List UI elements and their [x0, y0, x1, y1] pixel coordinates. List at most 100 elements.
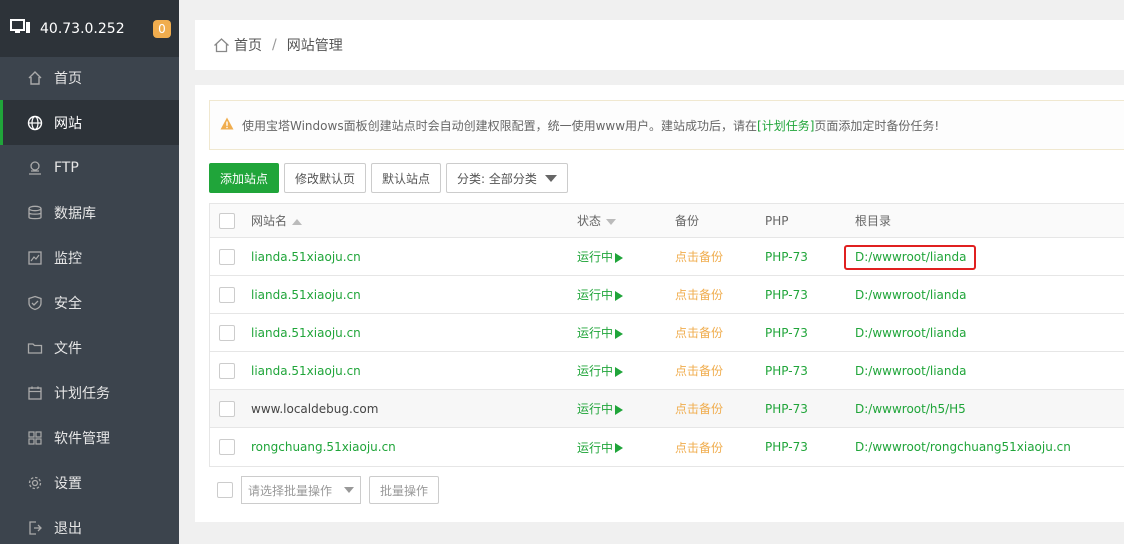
- sidebar-item-monitor[interactable]: 监控: [0, 235, 179, 280]
- add-site-button[interactable]: 添加站点: [209, 163, 280, 193]
- sort-asc-icon: [292, 218, 303, 225]
- batch-select-checkbox[interactable]: [217, 482, 233, 498]
- caret-down-icon: [344, 487, 354, 493]
- table-row: lianda.51xiaoju.cn 运行中 点击备份 PHP-73 D:/ww…: [210, 276, 1124, 314]
- select-all-checkbox[interactable]: [219, 212, 235, 229]
- backup-link[interactable]: 点击备份: [675, 439, 765, 456]
- sidebar: 40.73.0.252 0 首页 网站 FTP 数据库 监控 安全 文件 计划任…: [0, 0, 179, 544]
- ftp-icon: [26, 159, 44, 177]
- home-icon[interactable]: [213, 37, 230, 53]
- row-checkbox[interactable]: [219, 400, 235, 417]
- php-version-link[interactable]: PHP-73: [765, 288, 855, 302]
- site-name-link[interactable]: lianda.51xiaoju.cn: [251, 288, 577, 302]
- row-checkbox[interactable]: [219, 324, 235, 341]
- header-name[interactable]: 网站名: [251, 212, 577, 229]
- home-icon: [26, 69, 44, 87]
- sidebar-item-files[interactable]: 文件: [0, 325, 179, 370]
- php-version-link[interactable]: PHP-73: [765, 402, 855, 416]
- globe-icon: [26, 114, 44, 132]
- notice-banner: 使用宝塔Windows面板创建站点时会自动创建权限配置，统一使用www用户。建站…: [209, 100, 1124, 150]
- edit-default-page-button[interactable]: 修改默认页: [284, 163, 367, 193]
- batch-bar: 请选择批量操作 批量操作: [217, 476, 440, 504]
- php-version-link[interactable]: PHP-73: [765, 326, 855, 340]
- backup-link[interactable]: 点击备份: [675, 362, 765, 379]
- shield-icon: [26, 294, 44, 312]
- breadcrumb-current: 网站管理: [286, 38, 343, 54]
- site-status[interactable]: 运行中: [577, 400, 675, 417]
- logout-icon: [26, 519, 44, 537]
- backup-link[interactable]: 点击备份: [675, 400, 765, 417]
- table-header: 网站名 状态 备份 PHP 根目录: [210, 204, 1124, 238]
- sidebar-item-settings[interactable]: 设置: [0, 460, 179, 505]
- play-icon: [615, 290, 624, 301]
- header-php: PHP: [765, 213, 789, 228]
- row-checkbox[interactable]: [219, 439, 235, 455]
- sidebar-item-home[interactable]: 首页: [0, 55, 179, 100]
- site-name-link[interactable]: lianda.51xiaoju.cn: [251, 326, 577, 340]
- notification-badge[interactable]: 0: [153, 20, 171, 38]
- php-version-link[interactable]: PHP-73: [765, 440, 855, 454]
- php-version-link[interactable]: PHP-73: [765, 250, 855, 264]
- row-checkbox[interactable]: [219, 248, 235, 265]
- row-checkbox[interactable]: [219, 362, 235, 379]
- php-version-link[interactable]: PHP-73: [765, 364, 855, 378]
- table-row: lianda.51xiaoju.cn 运行中 点击备份 PHP-73 D:/ww…: [210, 314, 1124, 352]
- sidebar-item-security[interactable]: 安全: [0, 280, 179, 325]
- default-site-button[interactable]: 默认站点: [371, 163, 442, 193]
- table-row: www.localdebug.com 运行中 点击备份 PHP-73 D:/ww…: [210, 390, 1124, 428]
- play-icon: [615, 443, 624, 453]
- sidebar-item-software[interactable]: 软件管理: [0, 415, 179, 460]
- backup-link[interactable]: 点击备份: [675, 286, 765, 303]
- root-dir-link[interactable]: D:/wwwroot/lianda: [855, 326, 1124, 340]
- server-ip: 40.73.0.252: [40, 20, 125, 37]
- warning-icon: [220, 117, 234, 133]
- main-panel: 使用宝塔Windows面板创建站点时会自动创建权限配置，统一使用www用户。建站…: [195, 85, 1124, 522]
- root-dir-link[interactable]: D:/wwwroot/lianda: [855, 288, 1124, 302]
- category-dropdown[interactable]: 分类: 全部分类: [446, 163, 568, 193]
- table-row: rongchuang.51xiaoju.cn 运行中 点击备份 PHP-73 D…: [210, 428, 1124, 466]
- breadcrumb: 首页 / 网站管理: [195, 20, 1124, 70]
- sidebar-item-ftp[interactable]: FTP: [0, 145, 179, 190]
- batch-action-button[interactable]: 批量操作: [369, 476, 440, 504]
- sidebar-item-logout[interactable]: 退出: [0, 505, 179, 544]
- site-name-link[interactable]: www.localdebug.com: [251, 402, 577, 416]
- sidebar-item-websites[interactable]: 网站: [0, 100, 179, 145]
- site-status[interactable]: 运行中: [577, 362, 675, 379]
- notice-cron-link[interactable]: [计划任务]: [757, 117, 814, 134]
- breadcrumb-home-link[interactable]: 首页: [234, 35, 262, 55]
- monitor-icon: [26, 249, 44, 267]
- header-root: 根目录: [855, 214, 892, 228]
- site-status[interactable]: 运行中: [577, 439, 675, 456]
- batch-action-select[interactable]: 请选择批量操作: [241, 476, 361, 504]
- server-header: 40.73.0.252 0: [0, 0, 179, 57]
- root-dir-link[interactable]: D:/wwwroot/rongchuang51xiaoju.cn: [855, 440, 1124, 454]
- folder-icon: [26, 339, 44, 357]
- play-icon: [615, 404, 624, 415]
- calendar-icon: [26, 384, 44, 402]
- play-icon: [615, 252, 624, 263]
- site-name-link[interactable]: lianda.51xiaoju.cn: [251, 364, 577, 378]
- sites-table: 网站名 状态 备份 PHP 根目录 lianda.51xiaoju.cn 运行中…: [209, 203, 1124, 467]
- table-row: lianda.51xiaoju.cn 运行中 点击备份 PHP-73 D:/ww…: [210, 352, 1124, 390]
- backup-link[interactable]: 点击备份: [675, 248, 765, 265]
- site-name-link[interactable]: rongchuang.51xiaoju.cn: [251, 440, 577, 454]
- breadcrumb-separator: /: [272, 37, 277, 53]
- backup-link[interactable]: 点击备份: [675, 324, 765, 341]
- root-dir-link[interactable]: D:/wwwroot/lianda: [855, 364, 1124, 378]
- sidebar-item-cron[interactable]: 计划任务: [0, 370, 179, 415]
- site-status[interactable]: 运行中: [577, 324, 675, 341]
- toolbar: 添加站点 修改默认页 默认站点 分类: 全部分类: [209, 163, 568, 193]
- site-name-link[interactable]: lianda.51xiaoju.cn: [251, 250, 577, 264]
- root-dir-link[interactable]: D:/wwwroot/h5/H5: [855, 402, 1124, 416]
- notice-text: 使用宝塔Windows面板创建站点时会自动创建权限配置，统一使用www用户。建站…: [242, 118, 758, 133]
- play-icon: [615, 328, 624, 339]
- batch-placeholder: 请选择批量操作: [248, 483, 333, 498]
- sidebar-item-database[interactable]: 数据库: [0, 190, 179, 235]
- header-status[interactable]: 状态: [577, 212, 675, 229]
- site-status[interactable]: 运行中: [577, 248, 675, 265]
- row-checkbox[interactable]: [219, 286, 235, 303]
- notice-text-end: 页面添加定时备份任务!: [814, 118, 940, 133]
- category-label: 分类: 全部分类: [457, 171, 537, 186]
- site-status[interactable]: 运行中: [577, 286, 675, 303]
- grid-icon: [26, 429, 44, 447]
